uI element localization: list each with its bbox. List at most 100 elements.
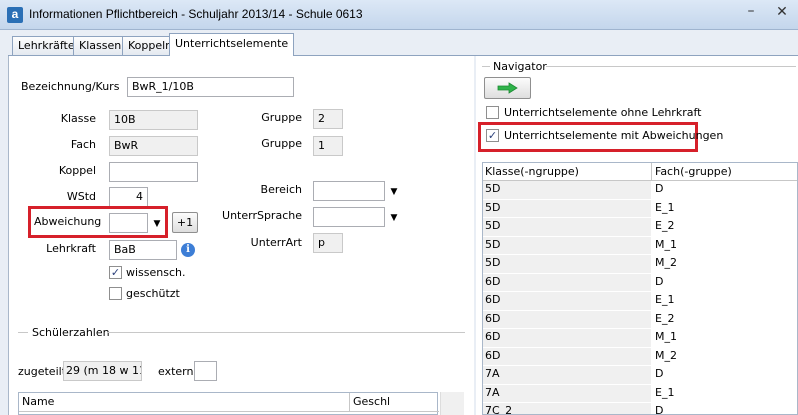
list-item-klasse: 6D (483, 329, 651, 348)
bereich-field[interactable] (313, 181, 385, 201)
navigate-go-button[interactable] (484, 77, 531, 99)
schuelerzahlen-divider-left (18, 332, 28, 333)
info-icon[interactable]: i (181, 243, 195, 257)
list-item-klasse: 6D (483, 347, 651, 366)
ohne-lehrkraft-checkbox[interactable] (486, 106, 499, 119)
tab-lehrkraefte[interactable]: Lehrkräfte (12, 36, 81, 55)
navigator-list-body: 5D D 5D E_1 5D E_2 5D M_1 5D M_2 6D D 6D E_1 6D E_2 6D M_… (483, 181, 797, 414)
list-item[interactable]: 6D E_1 (483, 292, 797, 311)
list-item[interactable]: 6D M_2 (483, 347, 797, 366)
gruppe2-field: 1 (313, 136, 343, 156)
list-item-fach: E_1 (652, 384, 797, 403)
list-item[interactable]: 5D D (483, 181, 797, 200)
list-item-klasse: 6D (483, 310, 651, 329)
list-item-klasse: 6D (483, 292, 651, 311)
list-item[interactable]: 7A D (483, 366, 797, 385)
lehrkraft-field[interactable]: BaB (109, 240, 177, 260)
list-item-fach: D (652, 273, 797, 292)
abweichung-label: Abweichung (34, 215, 102, 228)
mit-abweichungen-label: Unterrichtselemente mit Abweichungen (504, 129, 724, 142)
list-item-klasse: 5D (483, 218, 651, 237)
unterrsprache-dropdown-arrow[interactable]: ▼ (389, 213, 399, 223)
list-item-fach: E_2 (652, 218, 797, 237)
list-item[interactable]: 6D E_2 (483, 310, 797, 329)
wstd-label: WStd (66, 190, 96, 203)
list-item-fach: E_2 (652, 310, 797, 329)
koppel-label: Koppel (58, 164, 96, 177)
zugeteilt-label: zugeteilt (18, 365, 67, 378)
list-item-fach: E_1 (652, 199, 797, 218)
list-item-fach: D (652, 366, 797, 385)
abweichung-field[interactable] (109, 213, 148, 233)
close-button[interactable]: ✕ (770, 5, 794, 21)
plus-one-button[interactable]: +1 (172, 212, 198, 233)
column-separator (349, 393, 350, 411)
tab-klassen[interactable]: Klassen (73, 36, 128, 55)
gruppe1-field: 2 (313, 109, 343, 129)
list-item[interactable]: 5D M_2 (483, 255, 797, 274)
abweichung-dropdown-arrow[interactable]: ▼ (152, 219, 162, 229)
extern-label: extern (158, 365, 194, 378)
extern-field[interactable] (194, 361, 217, 381)
list-item[interactable]: 6D D (483, 273, 797, 292)
list-item[interactable]: 5D E_1 (483, 199, 797, 218)
list-item-klasse: 5D (483, 255, 651, 274)
header-line (19, 411, 439, 412)
list-item-fach: M_2 (652, 347, 797, 366)
tab-unterrichtselemente[interactable]: Unterrichtselemente (169, 33, 295, 56)
list-item-klasse: 5D (483, 181, 651, 200)
bezeichnung-field[interactable]: BwR_1/10B (127, 77, 294, 97)
klasse-field: 10B (109, 110, 198, 130)
column-separator (651, 163, 652, 181)
geschuetzt-label: geschützt (126, 287, 180, 300)
ohne-lehrkraft-label: Unterrichtselemente ohne Lehrkraft (504, 106, 702, 119)
klasse-label: Klasse (60, 112, 96, 125)
fach-field: BwR (109, 136, 198, 156)
app-icon: a (7, 7, 23, 23)
list-item-klasse: 7A (483, 366, 651, 385)
schueler-table-scrollbar[interactable] (440, 392, 464, 415)
navigator-list-header: Klasse(-ngruppe) Fach(-gruppe) (483, 163, 797, 181)
gruppe1-label: Gruppe (261, 111, 302, 124)
schuelerzahlen-divider (107, 332, 465, 333)
navigator-title: Navigator (493, 60, 547, 73)
unterrart-label: UnterrArt (250, 236, 302, 249)
bereich-dropdown-arrow[interactable]: ▼ (389, 187, 399, 197)
mit-abweichungen-checkbox[interactable]: ✓ (486, 129, 499, 142)
gruppe2-label: Gruppe (261, 137, 302, 150)
klasse-column-header[interactable]: Klasse(-ngruppe) (485, 165, 579, 178)
window-title: Informationen Pflichtbereich - Schuljahr… (29, 7, 363, 21)
navigator-list: Klasse(-ngruppe) Fach(-gruppe) 5D D 5D E_1 5… (482, 162, 798, 415)
minimize-button[interactable]: – (742, 4, 760, 20)
list-item[interactable]: 5D E_2 (483, 218, 797, 237)
list-item-klasse: 5D (483, 236, 651, 255)
list-item-klasse: 5D (483, 199, 651, 218)
fach-column-header[interactable]: Fach(-gruppe) (655, 165, 732, 178)
koppel-field[interactable] (109, 162, 198, 182)
name-column-header[interactable]: Name (22, 395, 54, 408)
list-item-fach: D (652, 181, 797, 200)
schuelerzahlen-title: Schülerzahlen (32, 326, 110, 339)
list-item-fach: M_1 (652, 236, 797, 255)
unterrsprache-label: UnterrSprache (222, 209, 302, 222)
geschuetzt-checkbox[interactable] (109, 287, 122, 300)
wstd-field[interactable]: 4 (109, 187, 148, 207)
wissensch-label: wissensch. (126, 266, 186, 279)
bezeichnung-label: Bezeichnung/Kurs (21, 80, 120, 93)
schueler-table: Name Geschl (18, 392, 439, 415)
unterrart-field: p (313, 233, 343, 253)
list-item[interactable]: 6D M_1 (483, 329, 797, 348)
wissensch-checkbox[interactable]: ✓ (109, 266, 122, 279)
unterrsprache-field[interactable] (313, 207, 385, 227)
fach-label: Fach (70, 138, 96, 151)
zugeteilt-field: 29 (m 18 w 11) (63, 361, 142, 381)
green-arrow-right-icon (497, 82, 518, 94)
list-item-klasse: 6D (483, 273, 651, 292)
geschl-column-header[interactable]: Geschl (353, 395, 390, 408)
list-item[interactable]: 7C_2 D (483, 403, 797, 414)
list-item[interactable]: 5D M_1 (483, 236, 797, 255)
list-item[interactable]: 7A E_1 (483, 384, 797, 403)
navigator-divider (546, 66, 796, 67)
navigator-divider-left (482, 66, 490, 67)
list-item-fach: M_1 (652, 329, 797, 348)
